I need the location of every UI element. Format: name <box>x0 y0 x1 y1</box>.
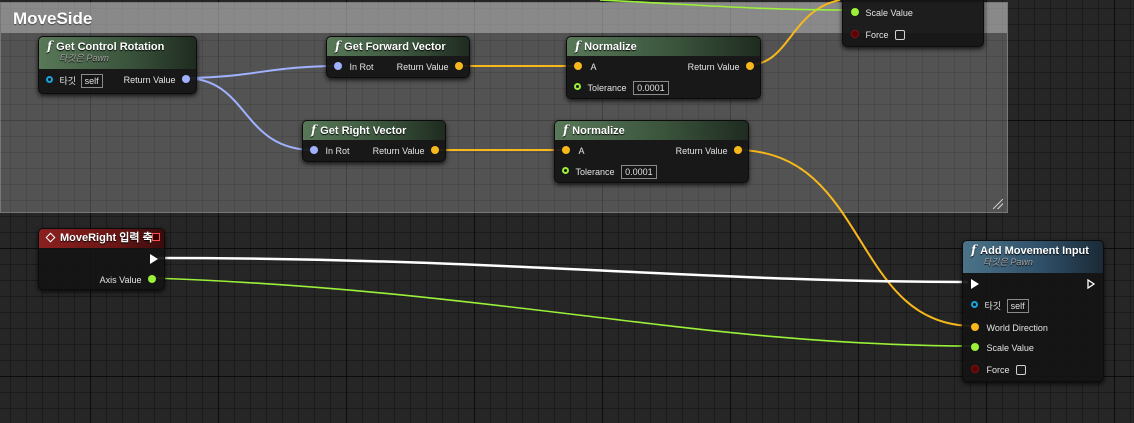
wire-rotation-to-right[interactable] <box>183 77 315 151</box>
wire-axis-to-scale[interactable] <box>151 277 975 347</box>
pin-in-rot-icon[interactable] <box>310 145 318 154</box>
node-normalize-top[interactable]: f Normalize A Return Value Tolerance 0.00… <box>566 36 761 99</box>
function-icon: f <box>335 39 341 53</box>
exec-in-pin-icon[interactable] <box>971 279 979 289</box>
function-icon: f <box>575 39 581 53</box>
exec-out-pin-icon[interactable] <box>150 254 158 264</box>
tolerance-input[interactable]: 0.0001 <box>621 164 657 179</box>
tolerance-input[interactable]: 0.0001 <box>633 80 669 95</box>
force-checkbox[interactable] <box>895 29 906 40</box>
target-self-field[interactable]: self <box>80 73 103 88</box>
force-checkbox[interactable] <box>1016 364 1027 375</box>
pin-a-icon[interactable] <box>574 61 582 70</box>
pin-scale-value-icon[interactable] <box>851 7 859 16</box>
pin-tolerance-icon[interactable] <box>574 83 581 91</box>
node-title: MoveRight 입력 축 <box>60 232 153 244</box>
pin-return-vector-icon[interactable] <box>734 145 742 154</box>
node-subtitle: 타깃은 Pawn <box>983 257 1033 267</box>
pin-world-direction-icon[interactable] <box>971 322 979 331</box>
function-icon: f <box>563 123 569 137</box>
function-icon: f <box>971 243 977 257</box>
pin-return-vector-icon[interactable] <box>746 61 754 70</box>
pin-target-icon[interactable] <box>971 301 978 309</box>
function-icon: f <box>47 39 53 53</box>
event-icon <box>45 232 56 243</box>
node-subtitle: 타깃은 Pawn <box>59 53 109 63</box>
wire-rotation-to-forward[interactable] <box>183 65 339 79</box>
pin-force-icon[interactable] <box>851 29 859 38</box>
pin-axis-value-icon[interactable] <box>148 274 156 283</box>
pin-force-icon[interactable] <box>971 364 979 373</box>
node-get-right-vector[interactable]: f Get Right Vector In Rot Return Value <box>302 120 446 162</box>
node-title: Get Right Vector <box>320 125 407 137</box>
pin-target-icon[interactable] <box>46 76 53 84</box>
pin-return-vector-icon[interactable] <box>431 145 439 154</box>
node-add-movement-partial[interactable]: Scale Value Force <box>842 0 984 47</box>
wire-top-scale[interactable] <box>599 0 853 11</box>
pin-return-vector-icon[interactable] <box>455 61 463 70</box>
node-get-forward-vector[interactable]: f Get Forward Vector In Rot Return Value <box>326 36 470 78</box>
pin-tolerance-icon[interactable] <box>562 167 569 175</box>
node-title: Get Forward Vector <box>344 41 446 53</box>
wire-normalize-bottom-to-direction[interactable] <box>735 149 975 327</box>
target-self-field[interactable]: self <box>1006 298 1029 313</box>
pin-in-rot-icon[interactable] <box>334 61 342 70</box>
wire-exec[interactable] <box>157 256 969 284</box>
pin-a-icon[interactable] <box>562 145 570 154</box>
node-add-movement-input[interactable]: f Add Movement Input 타깃은 Pawn 타깃 self Wor… <box>962 240 1104 382</box>
node-normalize-bottom[interactable]: f Normalize A Return Value Tolerance 0.00… <box>554 120 749 183</box>
node-moveright-event[interactable]: MoveRight 입력 축 Axis Value <box>38 228 165 290</box>
delegate-pin-icon[interactable] <box>152 233 160 241</box>
node-get-control-rotation[interactable]: f Get Control Rotation 타깃은 Pawn 타깃 self R… <box>38 36 197 94</box>
function-icon: f <box>311 123 317 137</box>
node-title: Normalize <box>584 41 637 53</box>
node-title: Normalize <box>572 125 625 137</box>
exec-out-pin-icon[interactable] <box>1087 279 1096 289</box>
pin-return-rotator-icon[interactable] <box>182 74 190 83</box>
pin-scale-value-icon[interactable] <box>971 342 979 351</box>
